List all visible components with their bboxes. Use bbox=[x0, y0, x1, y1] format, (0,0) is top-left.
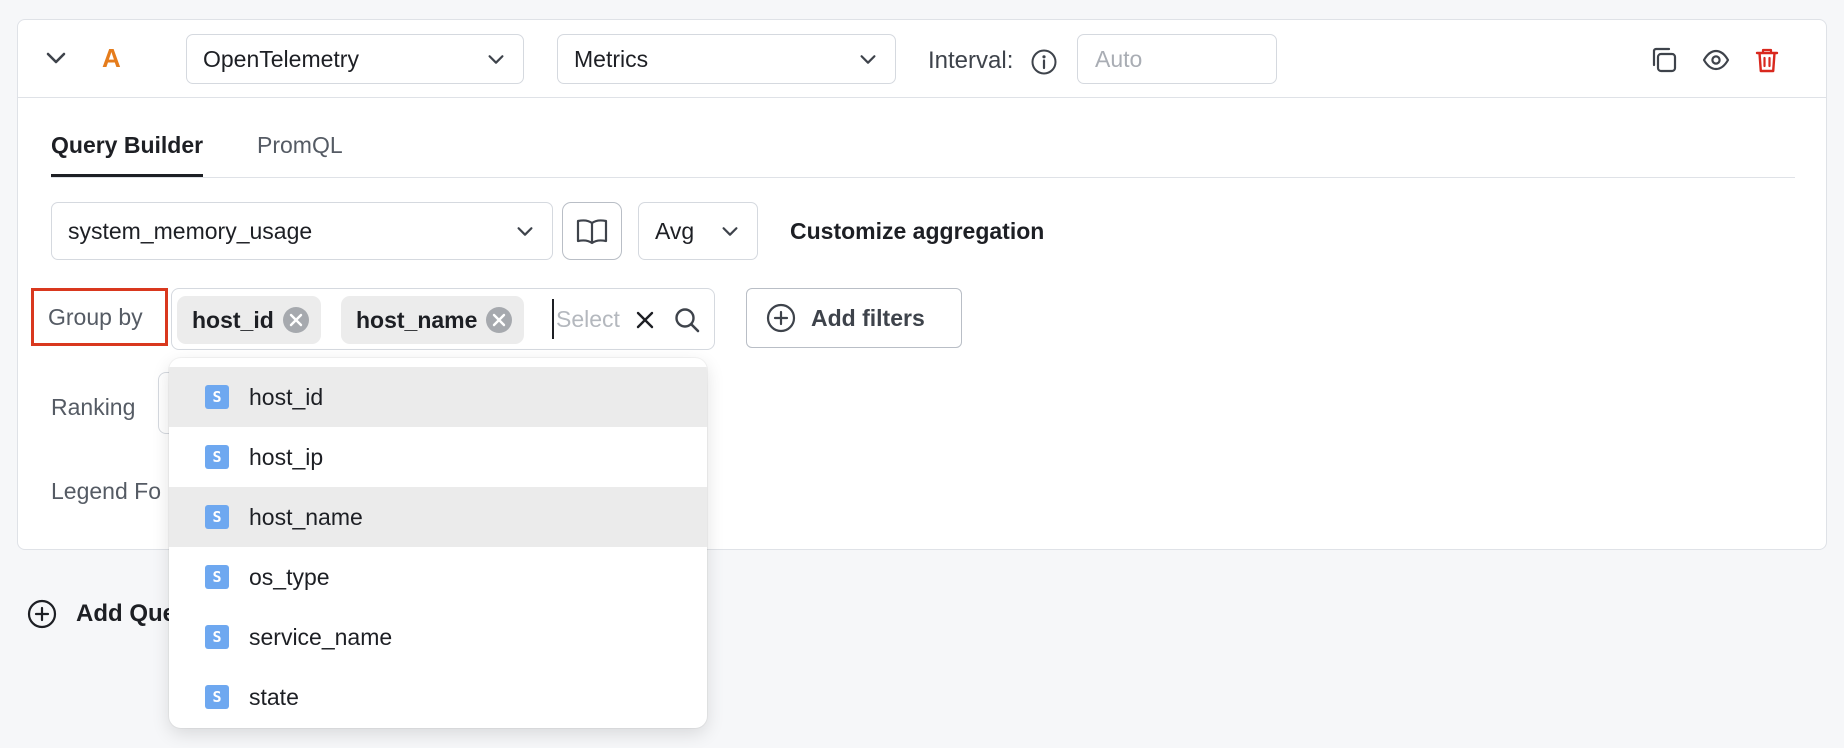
aggregation-value: Avg bbox=[655, 217, 695, 244]
group-by-tag: host_id bbox=[177, 296, 321, 344]
dropdown-option[interactable]: S os_type bbox=[169, 547, 707, 607]
clear-icon[interactable] bbox=[632, 307, 658, 333]
dropdown-option-label: host_id bbox=[249, 383, 324, 410]
data-type-select[interactable]: Metrics bbox=[557, 34, 896, 84]
string-type-icon: S bbox=[205, 445, 229, 469]
dropdown-option-label: state bbox=[249, 683, 299, 710]
book-open-icon bbox=[575, 216, 609, 246]
group-by-label-text: Group by bbox=[48, 303, 143, 330]
remove-tag-icon[interactable] bbox=[281, 305, 311, 335]
aggregation-select[interactable]: Avg bbox=[638, 202, 758, 260]
add-query-label: Add Que bbox=[76, 600, 176, 627]
chevron-down-icon bbox=[719, 220, 741, 242]
chevron-down-icon bbox=[485, 48, 507, 70]
dropdown-option[interactable]: S host_name bbox=[169, 487, 707, 547]
legend-format-label: Legend Fo bbox=[51, 478, 161, 504]
metric-value: system_memory_usage bbox=[68, 217, 313, 244]
dropdown-option[interactable]: S host_ip bbox=[169, 427, 707, 487]
datasource-value: OpenTelemetry bbox=[203, 45, 359, 72]
string-type-icon: S bbox=[205, 565, 229, 589]
trash-icon[interactable] bbox=[1752, 45, 1782, 75]
query-header: A OpenTelemetry Metrics Interval: bbox=[18, 20, 1826, 98]
plus-circle-icon bbox=[26, 598, 58, 630]
interval-label: Interval: bbox=[928, 47, 1014, 74]
string-type-icon: S bbox=[205, 625, 229, 649]
dropdown-option[interactable]: S service_name bbox=[169, 607, 707, 667]
info-icon[interactable] bbox=[1030, 48, 1058, 76]
add-filters-button[interactable]: Add filters bbox=[746, 288, 962, 348]
tab-query-builder[interactable]: Query Builder bbox=[51, 130, 204, 177]
chevron-down-icon bbox=[857, 48, 879, 70]
tab-promql[interactable]: PromQL bbox=[257, 130, 343, 174]
group-by-input[interactable]: host_id host_name bbox=[171, 288, 715, 350]
dropdown-option-label: host_ip bbox=[249, 443, 324, 470]
group-by-tag: host_name bbox=[341, 296, 525, 344]
add-filters-label: Add filters bbox=[811, 304, 925, 331]
group-by-search-input[interactable] bbox=[552, 299, 622, 339]
group-by-tag-label: host_id bbox=[192, 306, 274, 333]
chevron-down-icon[interactable] bbox=[44, 46, 68, 70]
dropdown-option-label: host_name bbox=[249, 503, 363, 530]
add-query-button[interactable]: Add Que bbox=[26, 598, 176, 630]
interval-input[interactable] bbox=[1077, 34, 1277, 84]
eye-icon[interactable] bbox=[1701, 45, 1731, 75]
string-type-icon: S bbox=[205, 385, 229, 409]
dropdown-option[interactable]: S state bbox=[169, 667, 707, 727]
group-by-tag-label: host_name bbox=[356, 306, 478, 333]
plus-circle-icon bbox=[765, 302, 797, 334]
metric-browser-button[interactable] bbox=[562, 202, 622, 260]
ranking-label: Ranking bbox=[51, 394, 136, 420]
data-type-value: Metrics bbox=[574, 45, 649, 72]
dropdown-option-label: service_name bbox=[249, 623, 393, 650]
string-type-icon: S bbox=[205, 505, 229, 529]
group-by-label: Group by bbox=[31, 288, 168, 346]
chevron-down-icon bbox=[514, 220, 536, 242]
datasource-select[interactable]: OpenTelemetry bbox=[186, 34, 524, 84]
query-letter: A bbox=[102, 43, 121, 73]
dropdown-option-label: os_type bbox=[249, 563, 330, 590]
dropdown-option[interactable]: S host_id bbox=[169, 367, 707, 427]
query-tabs: Query Builder PromQL bbox=[51, 130, 1795, 178]
string-type-icon: S bbox=[205, 685, 229, 709]
group-by-dropdown: S host_id S host_ip S host_name S os_typ… bbox=[169, 358, 707, 728]
remove-tag-icon[interactable] bbox=[484, 305, 514, 335]
copy-icon[interactable] bbox=[1649, 45, 1679, 75]
customize-aggregation-link[interactable]: Customize aggregation bbox=[790, 216, 1044, 246]
metric-select[interactable]: system_memory_usage bbox=[51, 202, 553, 260]
search-icon[interactable] bbox=[672, 305, 702, 335]
